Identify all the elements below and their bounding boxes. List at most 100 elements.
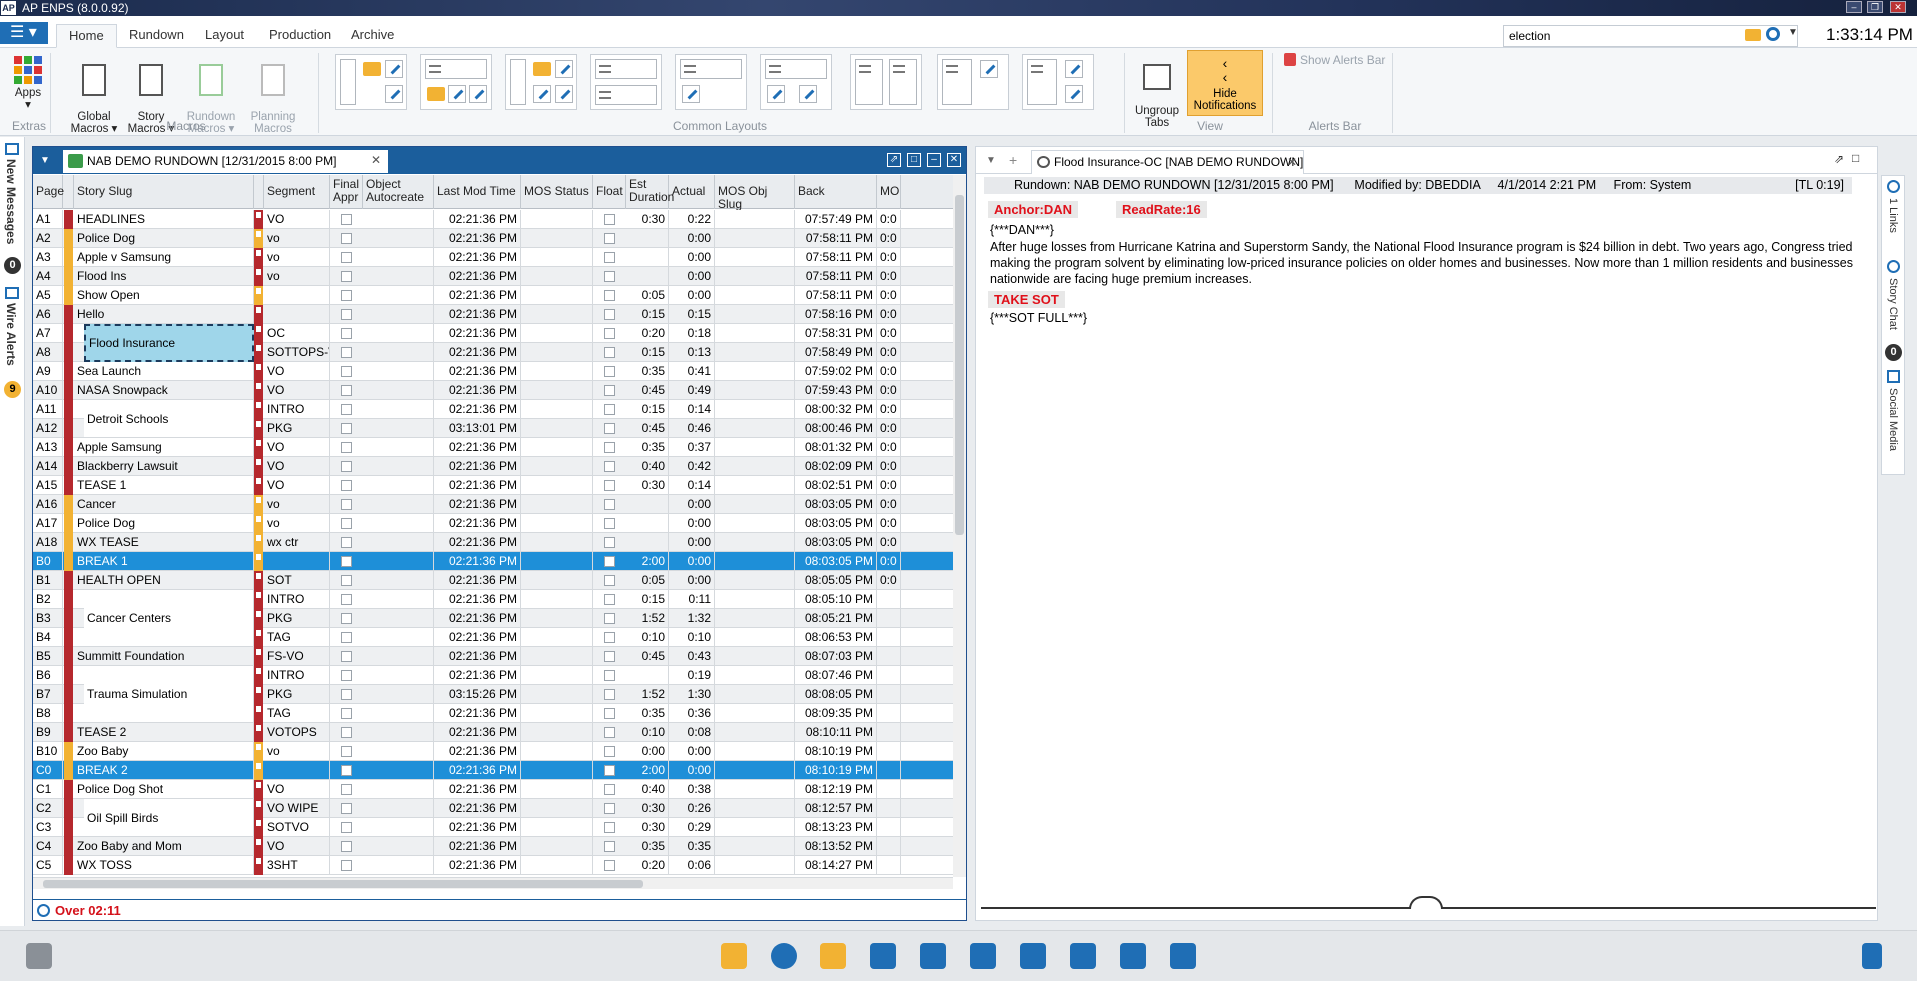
- cell-page[interactable]: A13: [33, 438, 63, 457]
- cell-mos[interactable]: [521, 210, 593, 229]
- layout-option-4[interactable]: [590, 54, 662, 110]
- float-checkbox[interactable]: [604, 765, 615, 776]
- cell-time[interactable]: 02:21:36 PM: [434, 666, 521, 685]
- cell-est[interactable]: 0:20: [626, 324, 669, 343]
- cell-seg[interactable]: vo: [264, 248, 330, 267]
- home-folder-icon[interactable]: [820, 943, 846, 969]
- cell-mo[interactable]: [877, 647, 901, 666]
- story-slug-cell[interactable]: Oil Spill Birds: [84, 799, 254, 837]
- final-approval-checkbox[interactable]: [341, 727, 352, 738]
- table-row[interactable]: B0 BREAK 1 02:21:36 PM 2:00 0:00 08:03:05 PM 0…: [33, 552, 953, 571]
- cell-mos[interactable]: [521, 609, 593, 628]
- cell-mosslug[interactable]: [715, 742, 795, 761]
- vertical-scrollbar[interactable]: [953, 175, 966, 877]
- cell-mo[interactable]: 0:0: [877, 267, 901, 286]
- cell-mosslug[interactable]: [715, 324, 795, 343]
- cell-page[interactable]: A1: [33, 210, 63, 229]
- float-checkbox[interactable]: [604, 575, 615, 586]
- cell-oa[interactable]: [363, 381, 434, 400]
- search-icon[interactable]: [1766, 27, 1780, 41]
- cell-back[interactable]: 07:58:11 PM: [795, 229, 877, 248]
- cell-est[interactable]: 0:15: [626, 305, 669, 324]
- cell-back[interactable]: 08:05:05 PM: [795, 571, 877, 590]
- column-header-mosslug[interactable]: MOS Obj Slug: [715, 175, 795, 211]
- cell-mosslug[interactable]: [715, 666, 795, 685]
- float-checkbox[interactable]: [604, 328, 615, 339]
- cell-mosslug[interactable]: [715, 628, 795, 647]
- cell-page[interactable]: A7: [33, 324, 63, 343]
- cell-oa[interactable]: [363, 609, 434, 628]
- cell-mosslug[interactable]: [715, 438, 795, 457]
- cell-seg[interactable]: VO: [264, 780, 330, 799]
- cell-slug[interactable]: Police Dog Shot: [74, 780, 254, 799]
- cell-mos[interactable]: [521, 305, 593, 324]
- cell-page[interactable]: A17: [33, 514, 63, 533]
- cell-time[interactable]: 02:21:36 PM: [434, 229, 521, 248]
- final-approval-checkbox[interactable]: [341, 480, 352, 491]
- cell-seg[interactable]: SOTVO: [264, 818, 330, 837]
- cell-act[interactable]: 0:00: [669, 248, 715, 267]
- cell-slug[interactable]: Sea Launch: [74, 362, 254, 381]
- column-header-back[interactable]: Back: [795, 175, 877, 209]
- cell-est[interactable]: 0:30: [626, 210, 669, 229]
- cell-est[interactable]: 0:45: [626, 381, 669, 400]
- cell-oa[interactable]: [363, 286, 434, 305]
- cell-act[interactable]: 0:29: [669, 818, 715, 837]
- column-header-slug[interactable]: Story Slug: [74, 175, 254, 209]
- float-checkbox[interactable]: [604, 499, 615, 510]
- cell-time[interactable]: 02:21:36 PM: [434, 742, 521, 761]
- float-checkbox[interactable]: [604, 290, 615, 301]
- cell-back[interactable]: 08:10:11 PM: [795, 723, 877, 742]
- cell-act[interactable]: 0:18: [669, 324, 715, 343]
- tools-icon[interactable]: [1120, 943, 1146, 969]
- cell-est[interactable]: 0:10: [626, 628, 669, 647]
- cell-back[interactable]: 08:07:46 PM: [795, 666, 877, 685]
- final-approval-checkbox[interactable]: [341, 575, 352, 586]
- float-checkbox[interactable]: [604, 708, 615, 719]
- cell-page[interactable]: C1: [33, 780, 63, 799]
- cell-time[interactable]: 02:21:36 PM: [434, 704, 521, 723]
- wire-alerts-label[interactable]: Wire Alerts: [4, 303, 18, 381]
- cell-slug[interactable]: Summitt Foundation: [74, 647, 254, 666]
- rundown-tab[interactable]: NAB DEMO RUNDOWN [12/31/2015 8:00 PM] ✕: [63, 150, 388, 173]
- cell-est[interactable]: 0:05: [626, 571, 669, 590]
- final-approval-checkbox[interactable]: [341, 233, 352, 244]
- float-checkbox[interactable]: [604, 480, 615, 491]
- cell-mos[interactable]: [521, 856, 593, 875]
- final-approval-checkbox[interactable]: [341, 366, 352, 377]
- cell-time[interactable]: 02:21:36 PM: [434, 552, 521, 571]
- final-approval-checkbox[interactable]: [341, 290, 352, 301]
- cell-act[interactable]: 0:10: [669, 628, 715, 647]
- cell-mo[interactable]: 0:0: [877, 400, 901, 419]
- layout-option-3[interactable]: [505, 54, 577, 110]
- cell-seg[interactable]: TAG: [264, 704, 330, 723]
- cell-oa[interactable]: [363, 761, 434, 780]
- layout-option-8[interactable]: [937, 54, 1009, 110]
- cell-slug[interactable]: Police Dog: [74, 229, 254, 248]
- cell-slug[interactable]: Cancer: [74, 495, 254, 514]
- final-approval-checkbox[interactable]: [341, 708, 352, 719]
- final-approval-checkbox[interactable]: [341, 404, 352, 415]
- popout-icon[interactable]: ⇗: [887, 153, 901, 167]
- cell-mosslug[interactable]: [715, 780, 795, 799]
- planning-macros-button[interactable]: Planning Macros: [246, 52, 300, 135]
- close-tab-icon[interactable]: ✕: [371, 153, 381, 167]
- cell-back[interactable]: 08:03:05 PM: [795, 552, 877, 571]
- cell-mo[interactable]: 0:0: [877, 419, 901, 438]
- cell-mos[interactable]: [521, 533, 593, 552]
- cell-seg[interactable]: INTRO: [264, 400, 330, 419]
- final-approval-checkbox[interactable]: [341, 271, 352, 282]
- final-approval-checkbox[interactable]: [341, 442, 352, 453]
- cell-mos[interactable]: [521, 837, 593, 856]
- final-approval-checkbox[interactable]: [341, 613, 352, 624]
- global-macros-button[interactable]: Global Macros ▾: [70, 52, 118, 135]
- cell-act[interactable]: 0:00: [669, 761, 715, 780]
- float-checkbox[interactable]: [604, 727, 615, 738]
- cell-mosslug[interactable]: [715, 514, 795, 533]
- float-checkbox[interactable]: [604, 347, 615, 358]
- cell-mos[interactable]: [521, 647, 593, 666]
- table-row[interactable]: A4 Flood Ins vo 02:21:36 PM 0:00 07:58:11 PM 0…: [33, 267, 953, 286]
- cell-mosslug[interactable]: [715, 419, 795, 438]
- cell-slug[interactable]: HEALTH OPEN: [74, 571, 254, 590]
- cell-oa[interactable]: [363, 856, 434, 875]
